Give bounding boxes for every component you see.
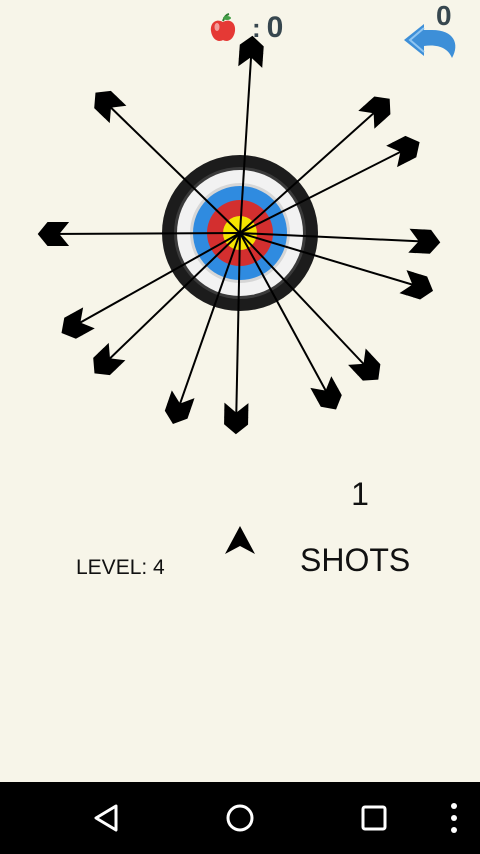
game-board [38,35,441,435]
back-triangle-icon[interactable] [86,800,126,836]
level-label: LEVEL: 4 [76,556,165,579]
arrow-launcher-icon[interactable] [224,526,256,556]
overflow-menu-icon[interactable] [434,800,474,836]
shots-count: 1 [351,476,369,512]
navigation-bar [0,782,480,854]
shots-label: SHOTS [300,542,411,578]
recents-square-icon[interactable] [354,800,394,836]
stuck-arrows [38,35,441,435]
home-circle-icon[interactable] [220,800,260,836]
